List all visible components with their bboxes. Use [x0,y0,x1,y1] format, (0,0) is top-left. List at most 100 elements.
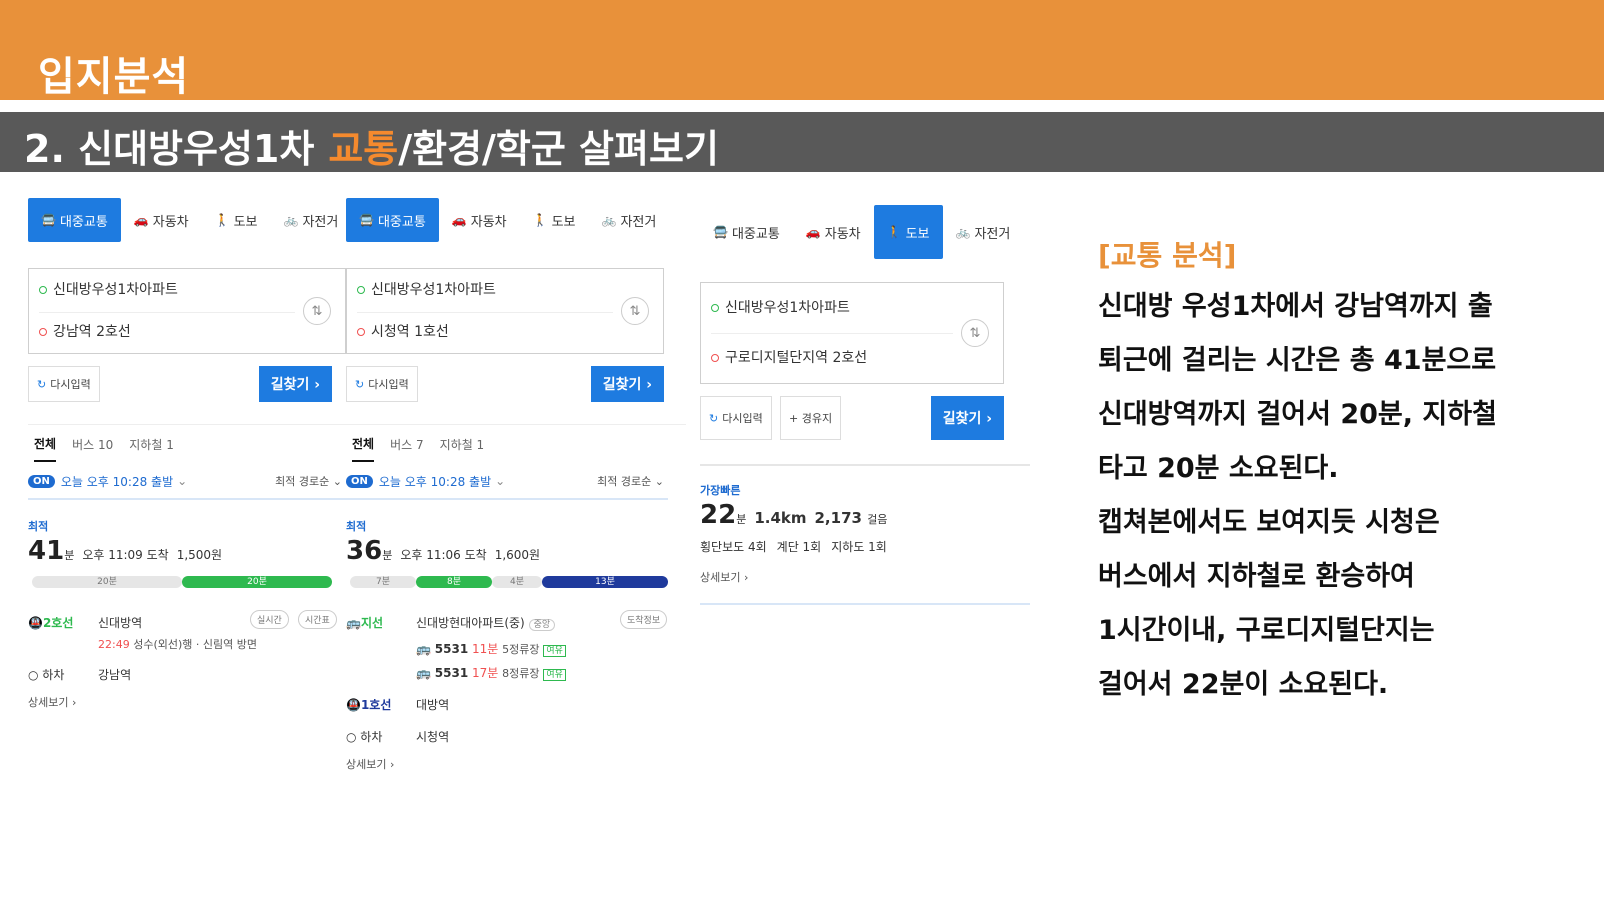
sort-select[interactable]: 최적 경로순 ⌄ [275,473,342,489]
swap-icon[interactable]: ⇅ [621,297,649,325]
destination-field[interactable]: 구로디지털단지역 2호선 [711,347,867,367]
mode-transit[interactable]: 🚍 대중교통 [700,210,793,254]
bus-icon: 🚍 [713,225,728,239]
top-banner [0,0,1604,100]
reset-button[interactable]: ↻ 다시입력 [28,366,100,402]
walk-segment-1: 7분 [350,576,416,588]
step-subway: 🚇2호선 신대방역 실시간 시간표 22:49 성수(외선)행 · 신림역 방면 [28,610,346,666]
realtime-button[interactable]: 실시간 [250,610,289,629]
arrival-info-button[interactable]: 도착정보 [620,610,668,629]
more-link[interactable]: 상세보기 › [700,569,1030,605]
crosswalk-count: 횡단보도 4회 [700,540,767,554]
board-stop: 신대방현대아파트(중) 중앙 [416,614,556,631]
divider [711,333,953,334]
mode-bike[interactable]: 🚲 자전거 [589,198,670,242]
destination-field[interactable]: 강남역 2호선 [39,321,131,341]
destination-dot-icon [39,328,47,336]
route-input-box: 신대방우성1차아파트 시청역 1호선 ⇅ [346,268,664,354]
step-alight: ○ 하차 강남역 [28,668,132,682]
section-title-prefix: 2. 신대방우성1차 [24,127,315,171]
walk-segment-2: 4분 [492,576,542,588]
mode-walk[interactable]: 🚶 도보 [202,198,271,242]
fare: 1,600원 [494,548,541,562]
walk-icon: 🚶 [532,213,548,227]
route-actions: ↻ 다시입력 길찾기 › [28,366,346,406]
walk-icon: 🚶 [214,213,230,227]
board-station: 신대방역 [98,616,143,630]
refresh-icon: ↻ [37,377,47,391]
car-icon: 🚗 [451,213,467,227]
add-waypoint-button[interactable]: + 경유지 [780,396,842,440]
divider [357,312,613,313]
travel-mode-tabs: 🚍 대중교통 🚗 자동차 🚶 도보 🚲 자전거 [346,196,686,244]
route-actions: ↻ 다시입력 + 경유지 길찾기 › [700,396,1004,442]
mode-transit[interactable]: 🚍 대중교통 [346,198,439,242]
mode-car[interactable]: 🚗 자동차 [793,210,874,254]
mode-walk[interactable]: 🚶 도보 [520,198,589,242]
destination-dot-icon [357,328,365,336]
subway-segment: 13분 [542,576,668,588]
best-label: 최적 [28,520,49,533]
bus-icon: 🚍 [41,213,56,227]
walk-summary: 22분 1.4km 2,173 걸음 [700,500,888,530]
tab-subway[interactable]: 지하철 1 [440,436,485,453]
subway-icon: 🚇 [28,616,43,630]
bike-icon: 🚲 [955,225,971,239]
mode-transit[interactable]: 🚍 대중교통 [28,198,121,242]
origin-field[interactable]: 신대방우성1차아파트 [357,279,496,299]
departure-time[interactable]: ON 오늘 오후 10:28 출발 ⌄ 최적 경로순 ⌄ [346,464,668,500]
route-panel-guro: 🚍 대중교통 🚗 자동차 🚶 도보 🚲 자전거 신대방우성1차아파트 구로디지털단지역 … [700,196,1035,605]
more-link[interactable]: 상세보기 › [346,756,686,772]
walk-obstacles: 횡단보도 4회 계단 1회 지하도 1회 [700,538,1030,555]
transfer-station: 대방역 [416,698,450,712]
mode-walk[interactable]: 🚶 도보 [873,205,943,259]
route-panel-cityhall: 🚍 대중교통 🚗 자동차 🚶 도보 🚲 자전거 신대방우성1차아파트 시청역 1호선 ⇅… [346,196,686,772]
reset-button[interactable]: ↻ 다시입력 [346,366,418,402]
bus-option-2: 🚌 5531 17분 8정류장 여유 [416,664,566,681]
section-title: 2. 신대방우성1차 교통/환경/학군 살펴보기 [24,118,719,173]
bus-icon: 🚌 [346,616,361,630]
mode-car[interactable]: 🚗 자동차 [121,198,202,242]
underpass-count: 지하도 1회 [831,540,887,554]
fastest-label: 가장빠른 [700,484,741,497]
bus-icon: 🚍 [359,213,374,227]
timetable-button[interactable]: 시간표 [298,610,337,629]
swap-icon[interactable]: ⇅ [303,297,331,325]
tab-all[interactable]: 전체 [352,435,375,462]
refresh-icon: ↻ [709,411,719,425]
tab-all[interactable]: 전체 [34,435,57,462]
tab-bus[interactable]: 버스 10 [72,436,113,453]
alight-station: 강남역 [98,668,132,682]
origin-field[interactable]: 신대방우성1차아파트 [39,279,178,299]
mode-bike[interactable]: 🚲 자전거 [943,210,1024,254]
mode-car[interactable]: 🚗 자동차 [439,198,520,242]
walk-result: 가장빠른 22분 1.4km 2,173 걸음 횡단보도 4회 계단 1회 지하… [700,464,1030,605]
duration: 36 [346,536,383,566]
bike-icon: 🚲 [601,213,617,227]
subway-segment: 20분 [182,576,332,588]
route-timeline: 7분 8분 4분 13분 [346,572,668,592]
analysis-body: 신대방 우성1차에서 강남역까지 출 퇴근에 걸리는 시간은 총 41분으로 신… [1098,291,1497,700]
refresh-icon: ↻ [355,377,365,391]
search-route-button[interactable]: 길찾기 › [930,396,1004,440]
arrival-time: 오후 11:09 도착 [82,548,169,562]
tab-subway[interactable]: 지하철 1 [129,436,174,453]
route-timeline: 20분 20분 [28,572,346,592]
more-link[interactable]: 상세보기 › [28,694,346,710]
analysis-text: [교통 분석] 신대방 우성1차에서 강남역까지 출 퇴근에 걸리는 시간은 총… [1098,234,1588,712]
route-summary: 41분 오후 11:09 도착 1,500원 [28,536,223,566]
departure-time[interactable]: ON 오늘 오후 10:28 출발 ⌄ 최적 경로순 ⌄ [28,464,346,500]
route-input-box: 신대방우성1차아파트 구로디지털단지역 2호선 ⇅ [700,282,1004,384]
search-route-button[interactable]: 길찾기 › [258,366,332,402]
reset-button[interactable]: ↻ 다시입력 [700,396,772,440]
swap-icon[interactable]: ⇅ [961,319,989,347]
tab-bus[interactable]: 버스 7 [390,436,424,453]
search-route-button[interactable]: 길찾기 › [590,366,664,402]
bus-option-1: 🚌 5531 11분 5정류장 여유 [416,640,566,657]
mode-bike[interactable]: 🚲 자전거 [271,198,352,242]
origin-field[interactable]: 신대방우성1차아파트 [711,297,850,317]
destination-field[interactable]: 시청역 1호선 [357,321,449,341]
step-bus: 🚌지선 신대방현대아파트(중) 중앙 도착정보 🚌 5531 11분 5정류장 … [346,610,686,694]
sort-select[interactable]: 최적 경로순 ⌄ [597,473,664,489]
section-title-highlight: 교통 [328,127,399,171]
